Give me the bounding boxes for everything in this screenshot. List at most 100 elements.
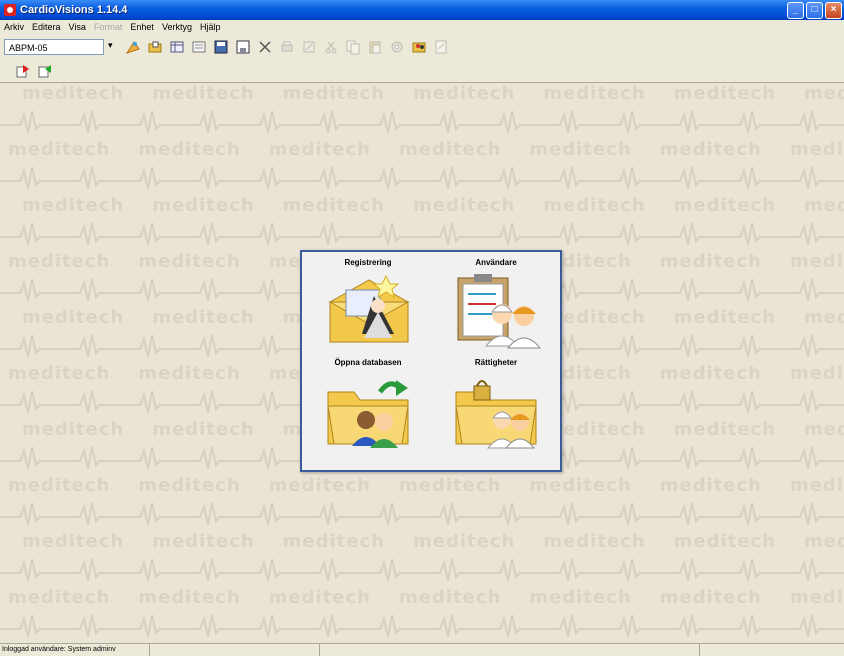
watermark-text: meditech [659,587,762,608]
ecg-wave-decoration [0,502,844,526]
watermark-text: meditech [138,139,241,160]
tile-registrering-label: Registrering [344,258,392,267]
menu-visa[interactable]: Visa [65,22,90,32]
menu-enhet[interactable]: Enhet [126,22,158,32]
cut-icon [325,41,337,54]
watermark-text: meditech [803,195,844,216]
maximize-button[interactable]: □ [806,2,823,19]
watermark-text: meditech [22,419,125,440]
tile-rattigheter[interactable]: Rättigheter [436,358,556,458]
settings-button[interactable] [388,38,406,56]
watermark-text: meditech [673,83,776,104]
tile-anvandare[interactable]: Användare [436,258,556,358]
ecg-wave-decoration [0,166,844,190]
secondary-toolbar [0,60,844,83]
save-as-button[interactable] [212,38,230,56]
paste-button[interactable] [366,38,384,56]
watermark-text: meditech [138,363,241,384]
wizard-button[interactable] [124,38,142,56]
login-icon [38,65,51,78]
menu-format[interactable]: Format [90,22,127,32]
watermark-text: meditech [22,307,125,328]
watermark-text: meditech [268,587,371,608]
watermark-text: meditech [152,195,255,216]
ecg-wave-decoration [0,614,844,638]
users-clipboard-icon [457,274,542,349]
chevron-down-icon[interactable]: ▾ [108,40,113,51]
workspace: meditech meditech meditech meditech meditech… [0,83,844,643]
watermark-text: meditech [282,195,385,216]
wizard-icon [125,41,140,54]
logout-icon [16,65,29,78]
watermark-text: meditech [412,195,516,216]
menu-verktyg[interactable]: Verktyg [158,22,196,32]
save-button[interactable] [234,38,252,56]
status-cell-3 [320,644,700,656]
tile-registrering[interactable]: Registrering [308,258,428,358]
copy-icon [346,40,360,55]
window-title-bar[interactable]: CardioVisions 1.14.4 _ □ × [0,0,844,20]
watermark-row: meditech meditech meditech meditech meditech… [22,531,844,552]
paste-icon [369,41,381,54]
watermark-row: meditech meditech meditech meditech meditech… [8,475,844,496]
watermark-text: meditech [8,251,111,272]
watermark-row: meditech meditech meditech meditech meditech… [22,195,844,216]
watermark-text: meditech [543,195,646,216]
watermark-text: meditech [138,587,241,608]
edit-button[interactable] [300,38,318,56]
watermark-text: meditech [659,139,762,160]
edit-icon [303,41,315,53]
status-message: Inloggad användare: System adminv [0,644,150,656]
watermark-text: meditech [138,475,241,496]
cut-button[interactable] [322,38,340,56]
start-panel: Registrering Användare Öppna databasen R… [300,250,562,472]
watermark-text: meditech [412,531,516,552]
app-logo-icon [4,4,16,16]
watermark-text: meditech [529,587,632,608]
form-button[interactable] [190,38,208,56]
watermark-text: meditech [803,531,844,552]
login-button[interactable] [36,62,54,80]
watermark-text: meditech [803,419,844,440]
print-button[interactable] [278,38,296,56]
watermark-text: meditech [398,475,502,496]
watermark-text: meditech [8,587,111,608]
watermark-text: meditech [268,475,371,496]
report-button[interactable] [432,38,450,56]
watermark-text: meditech [8,139,111,160]
delete-button[interactable] [256,38,274,56]
minimize-button[interactable]: _ [787,2,804,19]
watermark-text: meditech [673,307,776,328]
close-button[interactable]: × [825,2,842,19]
watermark-text: meditech [398,587,502,608]
table-button[interactable] [168,38,186,56]
settings-icon [391,41,403,53]
menu-editera[interactable]: Editera [28,22,65,32]
watermark-row: meditech meditech meditech meditech meditech… [22,83,844,104]
users-icon [412,42,426,53]
watermark-text: meditech [789,363,844,384]
open-button[interactable] [146,38,164,56]
save-icon [236,40,250,54]
copy-button[interactable] [344,38,362,56]
report-icon [435,40,447,54]
watermark-text: meditech [282,83,385,104]
print-icon [281,41,293,52]
device-select[interactable]: ABPM-05 [4,39,104,55]
menu-hjalp[interactable]: Hjälp [196,22,225,32]
watermark-text: meditech [659,363,762,384]
watermark-text: meditech [659,475,762,496]
tile-anvandare-label: Användare [475,258,517,267]
watermark-text: meditech [22,531,125,552]
tile-oppna-databasen[interactable]: Öppna databasen [308,358,428,458]
watermark-text: meditech [8,475,111,496]
watermark-text: meditech [22,83,125,104]
watermark-text: meditech [803,83,844,104]
window-title: CardioVisions 1.14.4 [20,4,128,16]
users-button[interactable] [410,38,428,56]
watermark-text: meditech [659,251,762,272]
watermark-text: meditech [22,195,125,216]
watermark-text: meditech [543,531,646,552]
menu-arkiv[interactable]: Arkiv [0,22,28,32]
logout-button[interactable] [14,62,32,80]
